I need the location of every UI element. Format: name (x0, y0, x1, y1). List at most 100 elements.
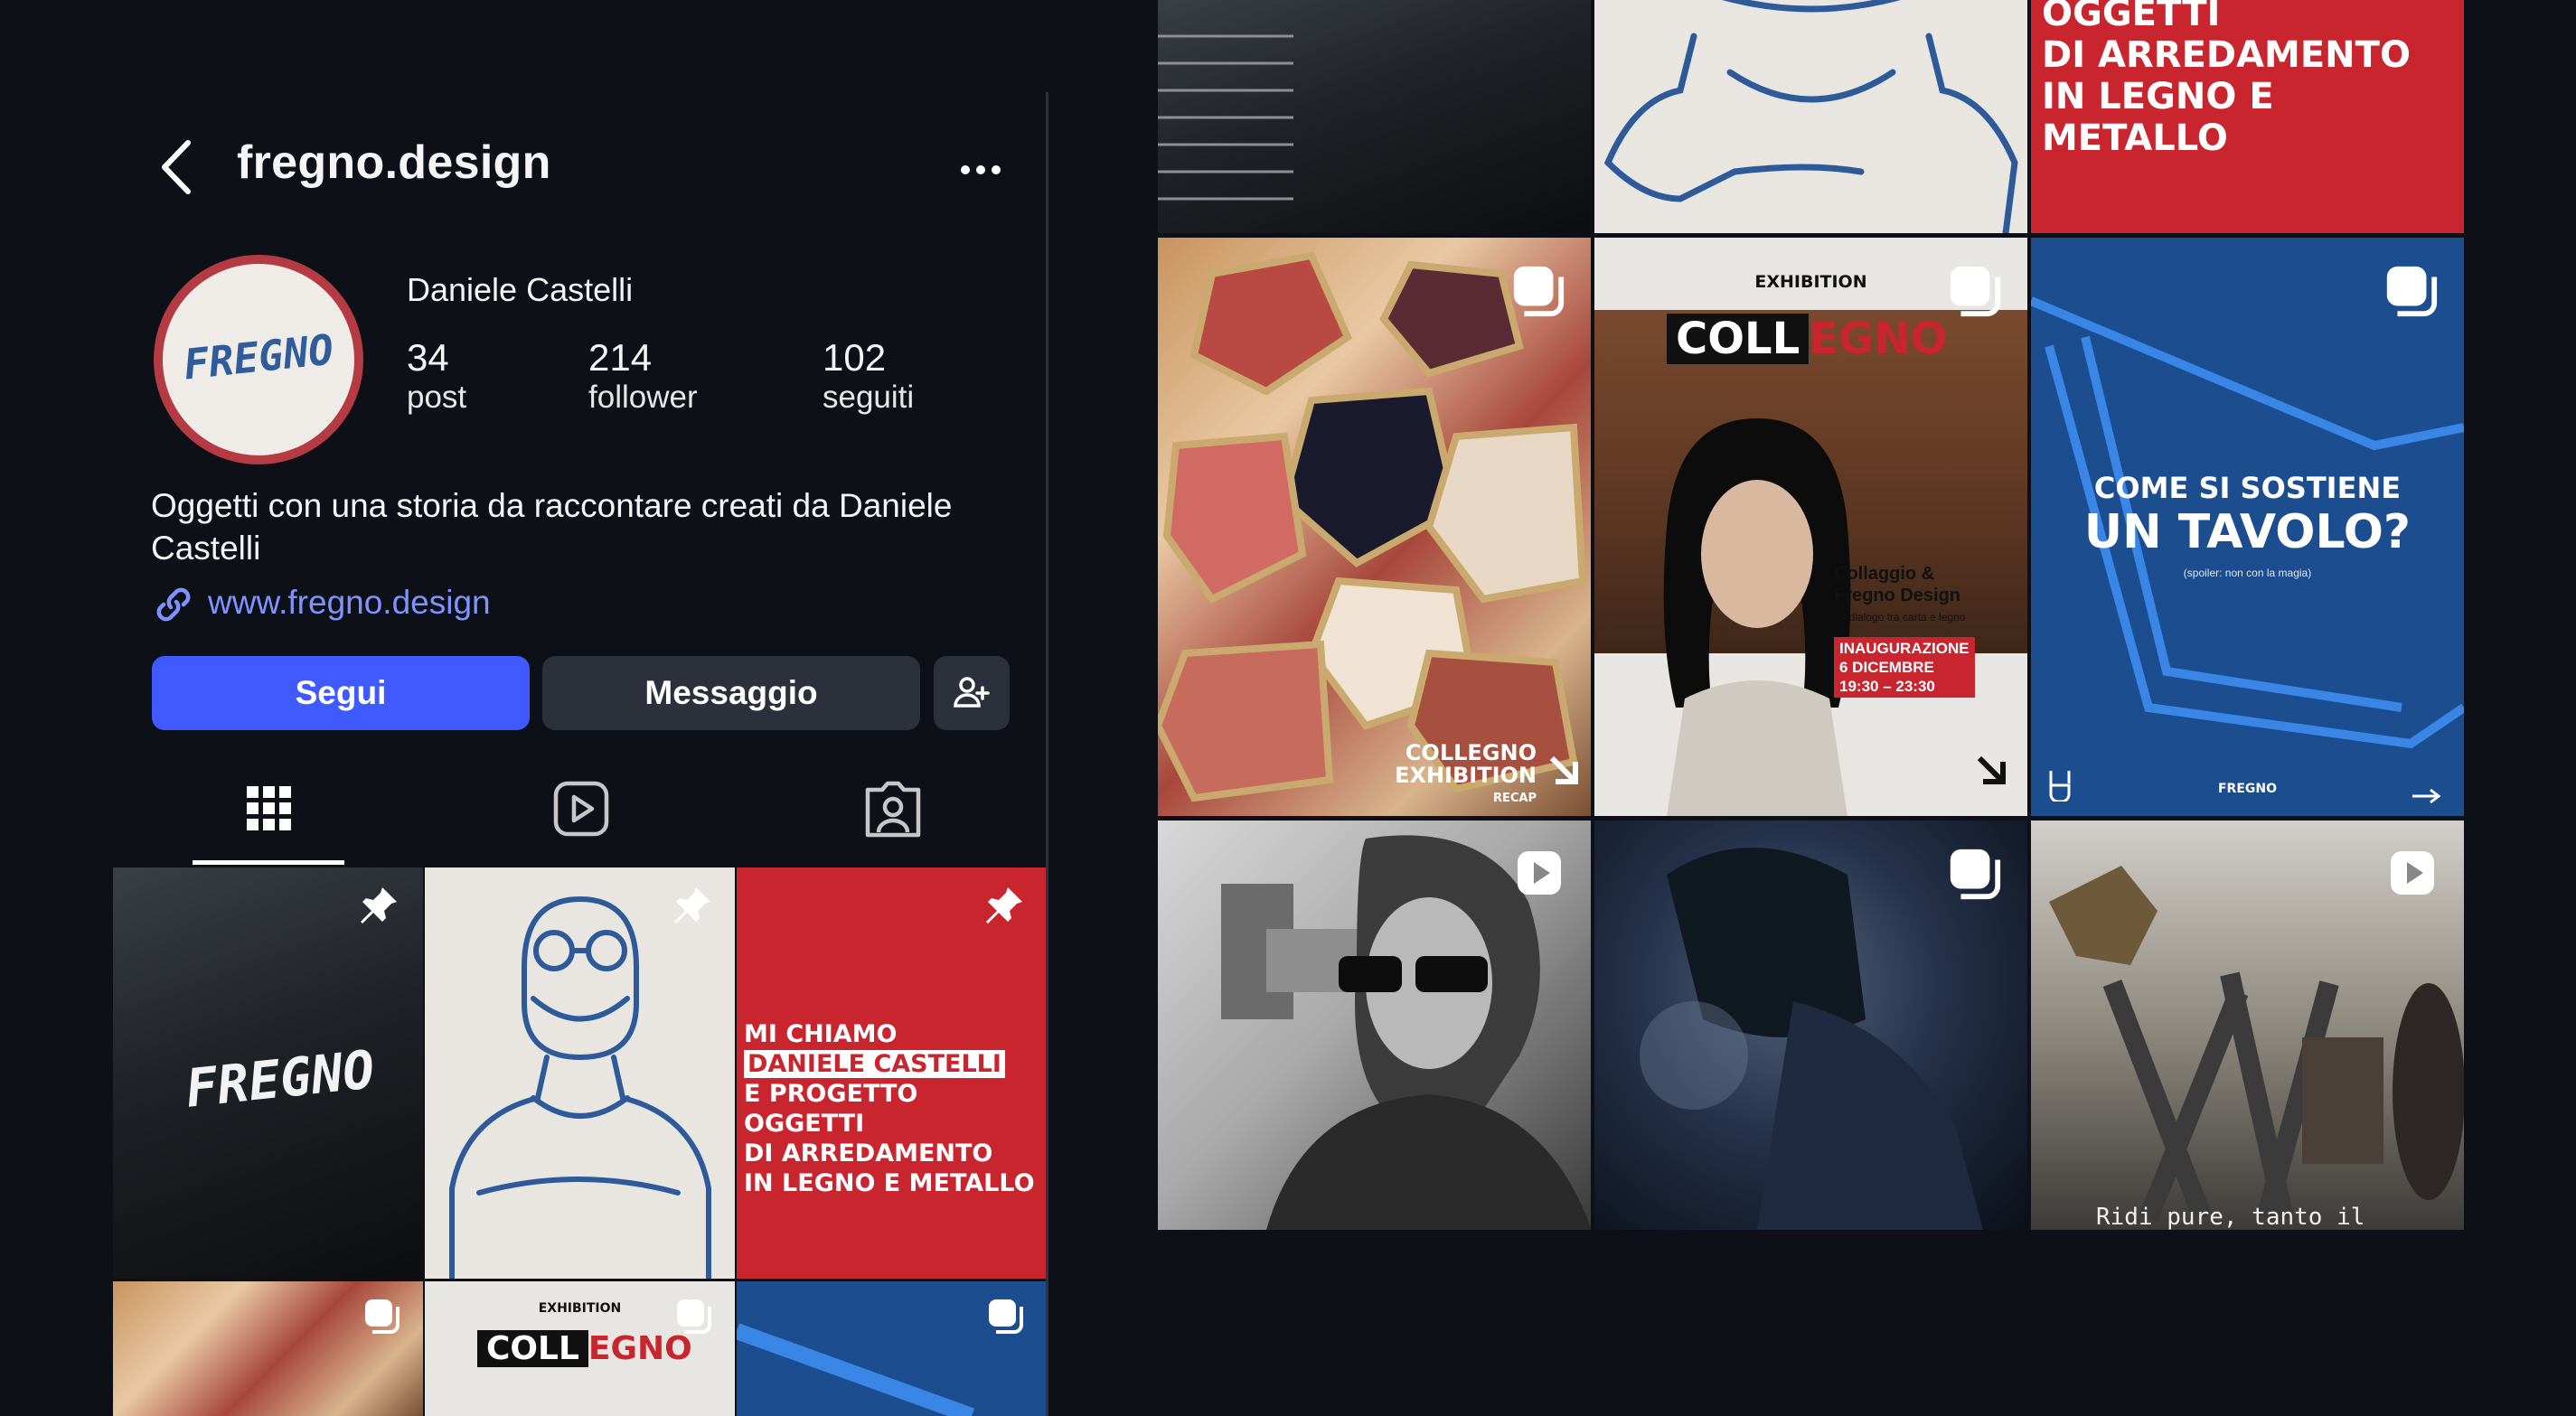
exhibition-subtitle-line: Fregno Design (1834, 586, 1961, 605)
back-arrow-icon[interactable] (152, 136, 206, 199)
intro-line: IN LEGNO E METALLO (2042, 76, 2274, 159)
exhibition-date-badge: INAUGURAZIONE 6 DICEMBRE 19:30 – 23:30 (1834, 637, 1975, 698)
stat-following-value: 102 (823, 336, 887, 379)
workshop-caption: Ridi pure, tanto il (2096, 1204, 2365, 1230)
exhibition-title: COLL EGNO (477, 1330, 692, 1367)
intro-line: E PROGETTO (744, 1080, 918, 1108)
tab-tagged[interactable] (842, 775, 942, 848)
avatar[interactable]: FREGNO (154, 255, 363, 464)
post-tile-workshop[interactable]: Ridi pure, tanto il (2031, 821, 2464, 1230)
intro-line: DI ARREDAMENTO (2042, 34, 2411, 76)
exhibition-title-a: COLL (477, 1330, 588, 1367)
stat-followers-label: follower (588, 380, 698, 415)
pin-icon (986, 887, 1022, 924)
tab-reels[interactable] (531, 775, 630, 848)
post-tile-portrait-illustration-large[interactable] (1594, 0, 2027, 233)
carousel-icon (365, 1299, 400, 1334)
reel-play-icon (1518, 851, 1561, 895)
reel-play-icon (2391, 851, 2434, 895)
reels-icon (553, 781, 609, 837)
post-tile-portrait-illustration[interactable] (425, 867, 735, 1279)
carousel-icon (1513, 266, 1565, 317)
stat-following[interactable]: 102 seguiti (823, 336, 914, 416)
exhibition-title-a: COLL (1667, 314, 1810, 364)
profile-website-link[interactable]: www.fregno.design (208, 584, 491, 622)
illustration-man-icon (1603, 0, 2018, 233)
intro-line: OGGETTI (744, 1110, 865, 1138)
carousel-icon (2386, 266, 2438, 317)
pin-icon (674, 887, 710, 924)
link-icon (151, 582, 196, 627)
profile-username: fregno.design (237, 136, 551, 189)
exhibition-tagline: un dialogo tra carta e legno (1834, 611, 1966, 624)
stat-posts-value: 34 (407, 336, 449, 379)
rock-hand-icon (2049, 771, 2071, 802)
profile-panel: fregno.design FREGNO Daniele Castelli 34… (0, 0, 1048, 1416)
post-tile-welder[interactable] (1594, 821, 2027, 1230)
posts-grid-right: OGGETTI DI ARREDAMENTO IN LEGNO E METALL… (1158, 0, 2468, 1231)
stat-followers[interactable]: 214 follower (588, 336, 698, 416)
stat-followers-value: 214 (588, 336, 653, 379)
arrow-down-right-icon (1549, 755, 1578, 784)
stat-posts-label: post (407, 380, 467, 415)
add-person-icon (954, 677, 990, 708)
post-tile-tavolo-large[interactable]: COME SI SOSTIENE UN TAVOLO? (spoiler: no… (2031, 238, 2464, 816)
exhibition-title: COLL EGNO (1667, 314, 1947, 364)
post-tile-intro-large[interactable]: OGGETTI DI ARREDAMENTO IN LEGNO E METALL… (2031, 0, 2464, 233)
exhibition-subtitle-line: Collaggio & (1834, 564, 1935, 584)
posts-grid-left: FREGNO MI CHIAMO DANIELE CASTELLI E PROG… (113, 867, 1048, 1416)
more-options-icon[interactable] (958, 152, 1003, 188)
post-tile-man-portrait[interactable] (1158, 821, 1591, 1230)
pin-icon (361, 887, 397, 924)
carousel-icon (989, 1299, 1023, 1334)
exhibition-title-b: EGNO (588, 1330, 692, 1367)
stat-posts[interactable]: 34 post (407, 336, 466, 416)
intro-line-highlight: DANIELE CASTELLI (744, 1050, 1005, 1078)
grid-icon (247, 786, 291, 830)
intro-line: MI CHIAMO (744, 1020, 898, 1048)
post-intro-text-large: OGGETTI DI ARREDAMENTO IN LEGNO E METALL… (2042, 0, 2464, 159)
post-intro-text: MI CHIAMO DANIELE CASTELLI E PROGETTO OG… (744, 1019, 1035, 1198)
arrow-down-right-icon (1977, 755, 2006, 784)
post-tile-intro[interactable]: MI CHIAMO DANIELE CASTELLI E PROGETTO OG… (737, 867, 1048, 1279)
suggest-people-button[interactable] (934, 656, 1010, 730)
follow-button[interactable]: Segui (152, 656, 530, 730)
exhibition-date-line: 19:30 – 23:30 (1839, 678, 1935, 695)
collage-caption: COLLEGNO EXHIBITION RECAP (1395, 742, 1537, 810)
exhibition-date-line: 6 DICEMBRE (1839, 659, 1934, 676)
avatar-logo-text: FREGNO (181, 324, 336, 389)
post-tile-collage[interactable] (113, 1281, 423, 1416)
message-button[interactable]: Messaggio (542, 656, 920, 730)
stat-following-label: seguiti (823, 380, 915, 415)
exhibition-title-b: EGNO (1809, 314, 1948, 364)
intro-line: OGGETTI (2042, 0, 2221, 34)
tavolo-title-line1: COME SI SOSTIENE (2093, 471, 2402, 505)
intro-line: IN LEGNO E METALLO (744, 1169, 1035, 1197)
tavolo-title-line2: UN TAVOLO? (2083, 505, 2411, 559)
active-tab-indicator (193, 860, 344, 865)
intro-line: DI ARREDAMENTO (744, 1139, 993, 1167)
exhibition-date-line: INAUGURAZIONE (1839, 640, 1970, 657)
collage-caption-sub: RECAP (1492, 792, 1537, 805)
carousel-icon (677, 1299, 711, 1334)
post-fregno-text: FREGNO (183, 1038, 378, 1120)
illustration-man-icon (449, 896, 711, 1279)
arrow-right-icon (2412, 788, 2441, 804)
post-tile-collage-large[interactable]: COLLEGNO EXHIBITION RECAP (1158, 238, 1591, 816)
carousel-icon (1950, 849, 2001, 900)
post-tile-exhibition[interactable]: EXHIBITION COLL EGNO (425, 1281, 735, 1416)
collage-caption-line: EXHIBITION (1395, 763, 1537, 788)
post-tile-tavolo[interactable] (737, 1281, 1048, 1416)
tavolo-brand: FREGNO (2217, 782, 2278, 796)
post-tile-exhibition-large[interactable]: EXHIBITION COLL EGNO Collaggio & Fregno D… (1594, 238, 2027, 816)
collage-shapes (1158, 251, 1587, 802)
tagged-person-icon (865, 781, 921, 838)
panel-divider (1046, 92, 1048, 1416)
tavolo-note: (spoiler: non con la magia) (2183, 567, 2312, 579)
profile-bio: Oggetti con una storia da raccontare cre… (151, 487, 953, 567)
profile-full-name: Daniele Castelli (407, 271, 634, 308)
post-tile-fregno-logo-large[interactable] (1158, 0, 1591, 233)
post-tile-fregno-logo[interactable]: FREGNO (113, 867, 423, 1279)
tab-grid[interactable] (219, 775, 318, 848)
collage-caption-line: COLLEGNO (1405, 740, 1537, 765)
